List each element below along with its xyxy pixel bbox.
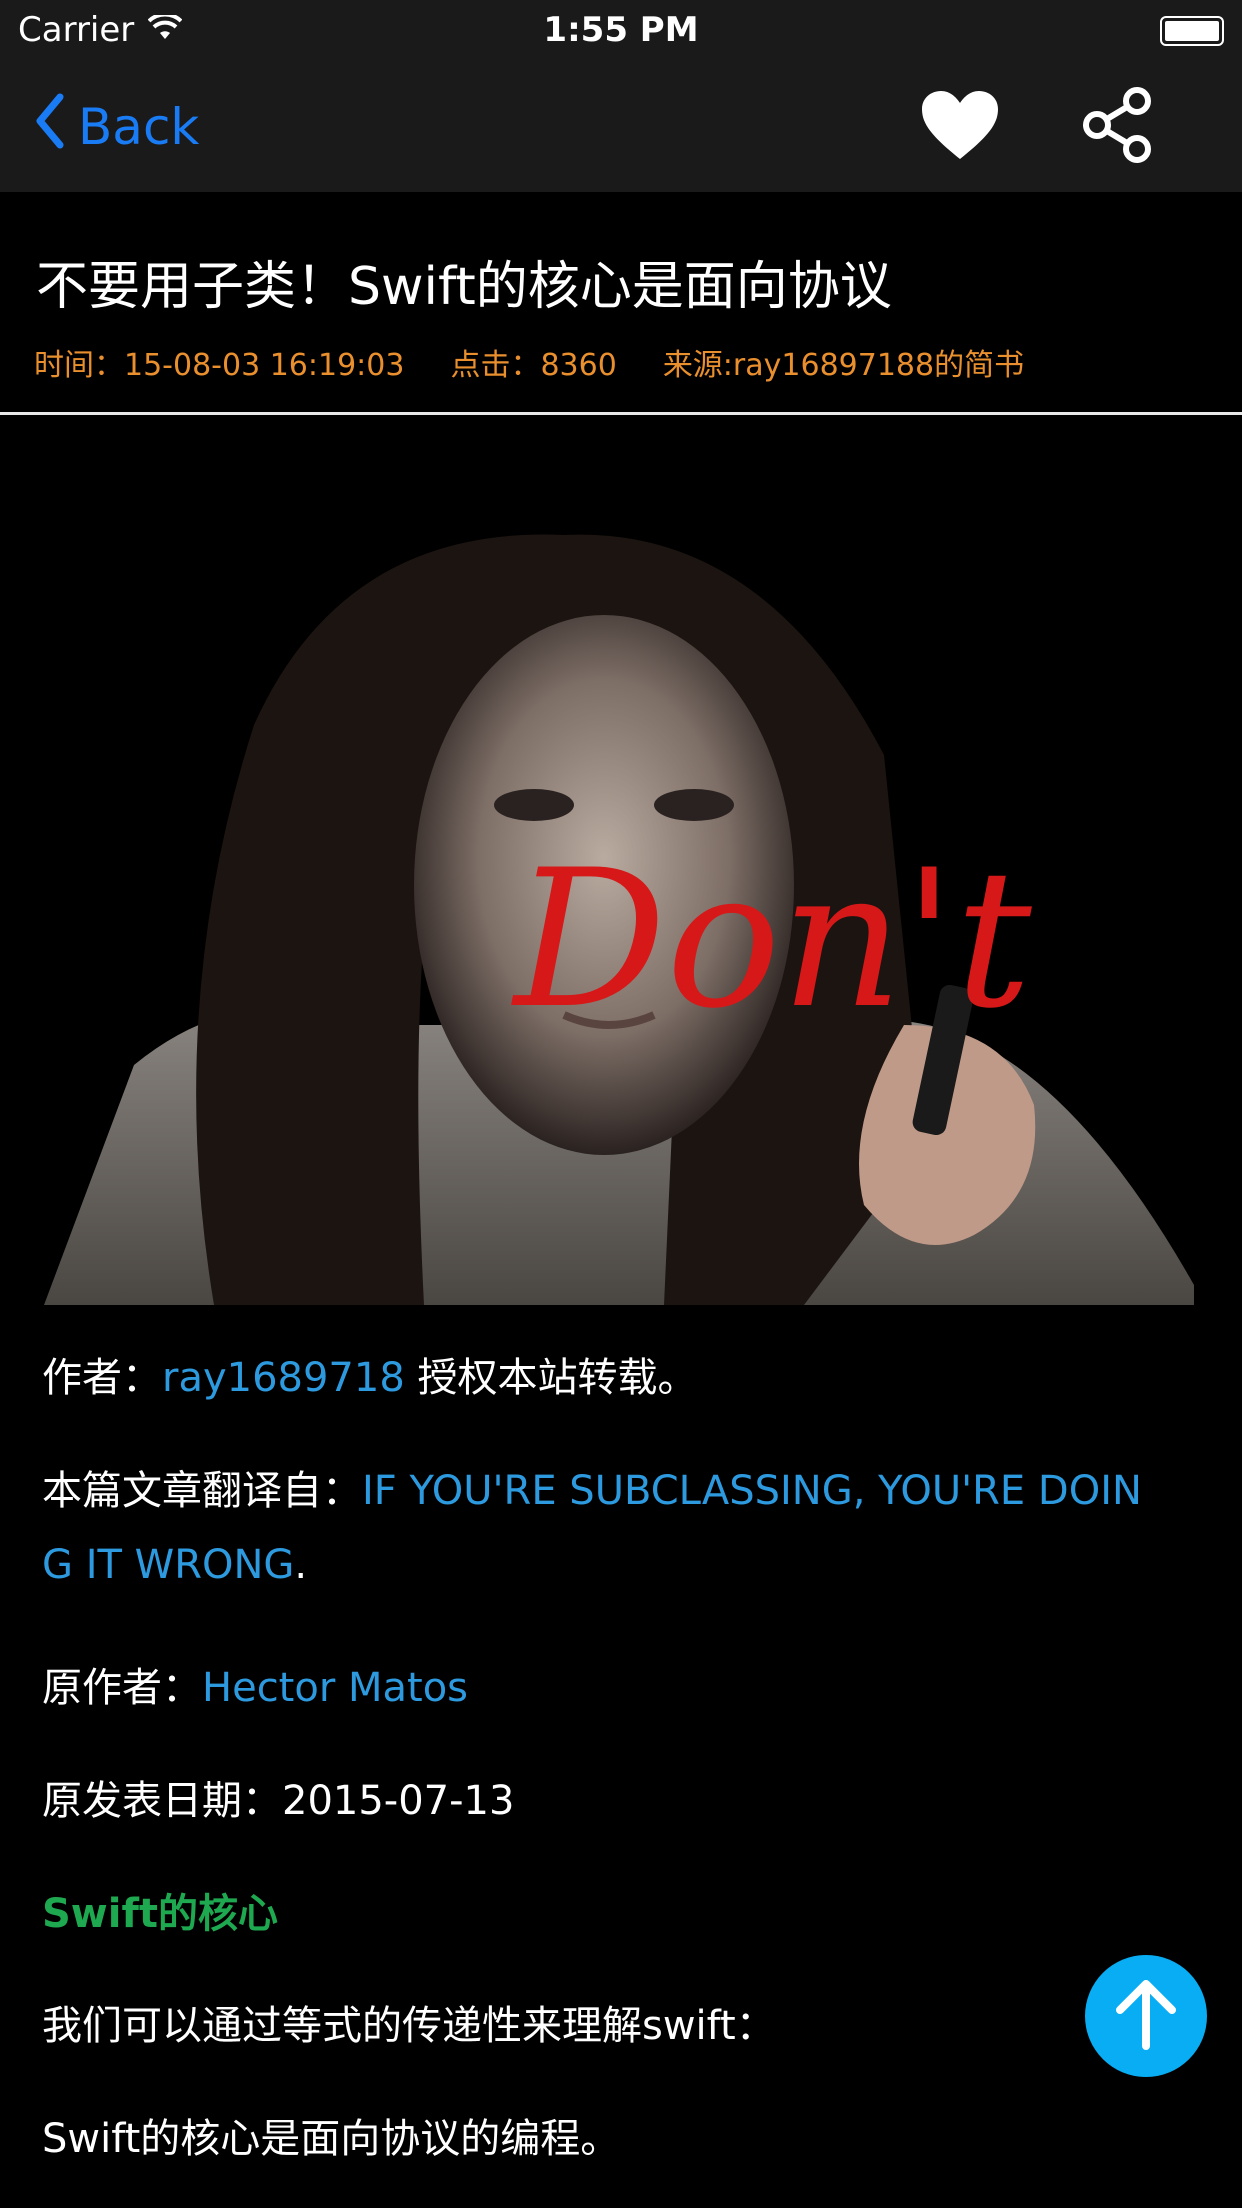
back-button[interactable]: Back <box>34 92 199 162</box>
article-title: 不要用子类！Swift的核心是面向协议 <box>36 257 892 317</box>
meta-source: 来源:ray16897188的简书 <box>662 348 1025 383</box>
arrow-up-icon <box>1106 1974 1186 2058</box>
section-heading: Swift的核心 <box>42 1891 278 1937</box>
translated-prefix: 本篇文章翻译自： <box>42 1468 362 1514</box>
article-meta: 时间：15-08-03 16:19:03 点击：8360 来源:ray16897… <box>34 340 1024 384</box>
publish-date: 原发表日期：2015-07-13 <box>42 1778 515 1824</box>
meta-clicks: 点击：8360 <box>450 348 617 383</box>
favorite-button[interactable] <box>915 84 1005 170</box>
translated-suffix: . <box>294 1542 308 1588</box>
translated-line: 本篇文章翻译自：IF YOU'RE SUBCLASSING, YOU'RE DO… <box>42 1458 1142 1516</box>
paragraph-1: 我们可以通过等式的传递性来理解swift： <box>42 2003 776 2049</box>
back-label: Back <box>78 98 200 156</box>
chevron-left-icon <box>34 93 64 161</box>
author-suffix: 授权本站转载。 <box>404 1355 698 1401</box>
heart-icon <box>920 89 1000 165</box>
hero-image: Don't <box>44 505 1194 1305</box>
translated-line-2: G IT WRONG. <box>42 1542 307 1588</box>
hero-caption: Don't <box>511 829 1032 1050</box>
battery-icon <box>1160 16 1224 46</box>
status-time: 1:55 PM <box>543 10 699 50</box>
translated-link-line2[interactable]: G IT WRONG <box>42 1542 294 1588</box>
article-header: 不要用子类！Swift的核心是面向协议 时间：15-08-03 16:19:03… <box>0 192 1242 412</box>
author-line: 作者：ray1689718 授权本站转载。 <box>42 1345 698 1403</box>
header-divider <box>0 412 1242 415</box>
paragraph-2: Swift的核心是面向协议的编程。 <box>42 2116 621 2162</box>
original-author-link[interactable]: Hector Matos <box>202 1665 468 1711</box>
meta-time: 时间：15-08-03 16:19:03 <box>34 348 405 383</box>
status-bar: Carrier 1:55 PM <box>0 0 1242 62</box>
share-icon <box>1077 85 1157 169</box>
translated-link-line1[interactable]: IF YOU'RE SUBCLASSING, YOU'RE DOIN <box>362 1468 1142 1514</box>
author-link[interactable]: ray1689718 <box>162 1355 405 1401</box>
navigation-bar: Back <box>0 62 1242 192</box>
author-prefix: 作者： <box>42 1355 162 1401</box>
scroll-to-top-button[interactable] <box>1085 1955 1207 2077</box>
share-button[interactable] <box>1072 84 1162 170</box>
original-author-line: 原作者：Hector Matos <box>42 1655 468 1713</box>
original-author-prefix: 原作者： <box>42 1665 202 1711</box>
